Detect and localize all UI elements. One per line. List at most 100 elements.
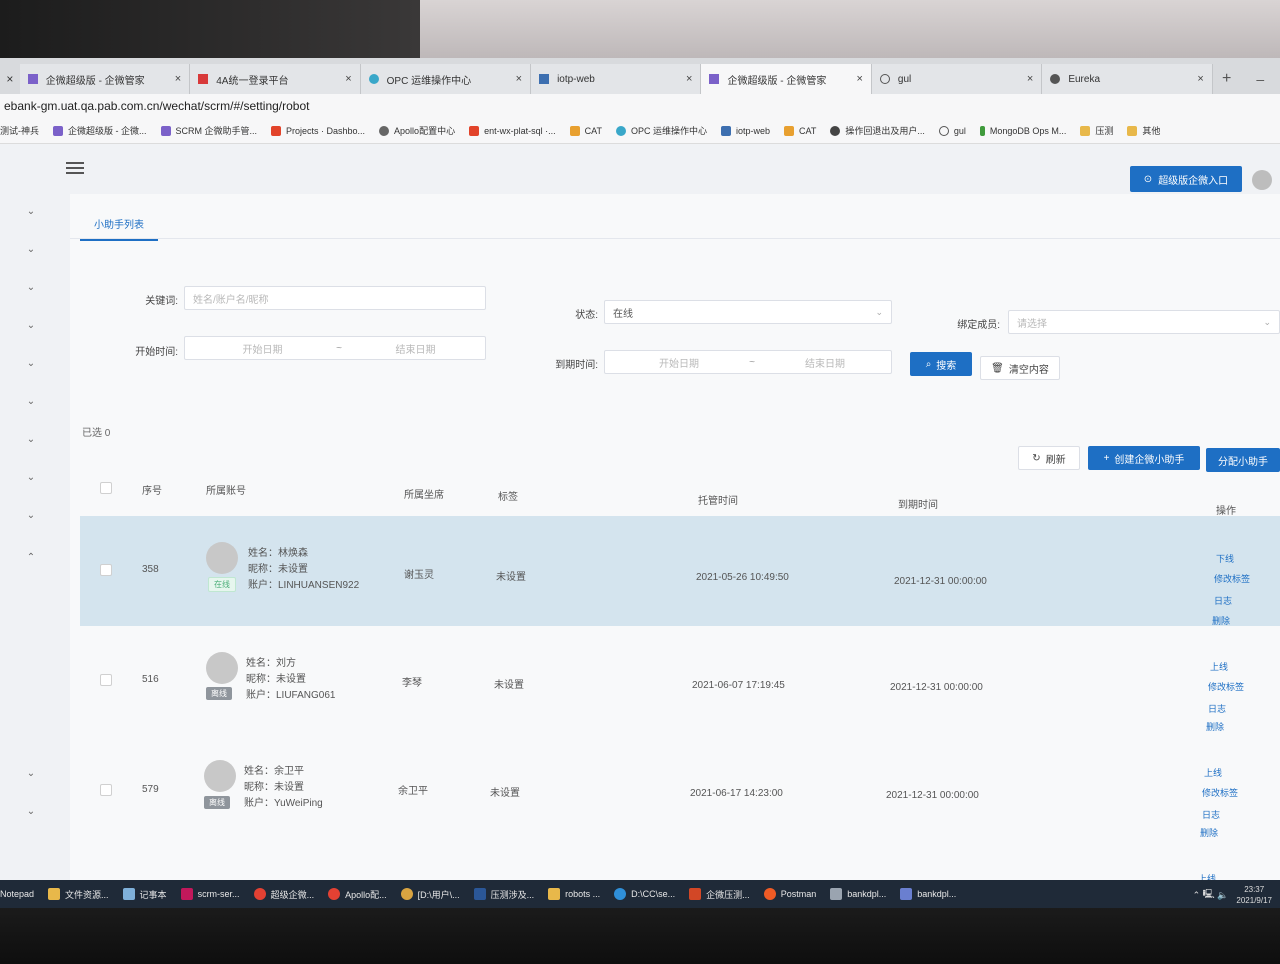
create-assistant-button[interactable]: + 创建企微小助手 (1088, 446, 1200, 470)
bookmark-item[interactable]: 其他 (1127, 124, 1160, 137)
bookmark-item[interactable]: 测试-神兵 (0, 124, 39, 137)
chevron-down-icon[interactable]: ⌄ (24, 396, 38, 410)
chevron-down-icon[interactable]: ⌄ (24, 206, 38, 220)
user-avatar[interactable] (1252, 170, 1272, 190)
bookmark-item[interactable]: 压测 (1080, 124, 1113, 137)
tray-up-icon[interactable]: ⌃ (1193, 890, 1201, 901)
notepad-icon (122, 888, 135, 900)
bookmark-item[interactable]: MongoDB Ops M... (979, 125, 1066, 136)
op-log[interactable]: 日志 (1208, 702, 1226, 715)
tab-close-icon[interactable]: × (1027, 73, 1033, 85)
op-log[interactable]: 日志 (1202, 808, 1220, 821)
bookmark-item[interactable]: 操作回退出及用户... (830, 124, 925, 137)
op-edit-tag[interactable]: 修改标签 (1202, 786, 1238, 799)
bind-member-select[interactable]: 请选择 ⌄ (1008, 310, 1280, 334)
op-edit-tag[interactable]: 修改标签 (1208, 680, 1244, 693)
taskbar-item[interactable]: Notepad (0, 880, 41, 910)
op-delete[interactable]: 删除 (1200, 826, 1218, 839)
bookmark-item[interactable]: CAT (784, 125, 816, 136)
tab-close-icon[interactable]: × (175, 73, 181, 85)
browser-tab[interactable]: iotp-web × (531, 64, 702, 94)
chevron-down-icon[interactable]: ⌄ (24, 434, 38, 448)
tab-close-icon[interactable]: × (345, 73, 351, 85)
taskbar-item[interactable]: scrm-ser... (174, 880, 246, 910)
super-enter-button[interactable]: ⊙ 超级版企微入口 (1130, 166, 1242, 192)
bookmark-item[interactable]: OPC 运维操作中心 (615, 124, 707, 137)
browser-tab-active[interactable]: 企微超级版 - 企微管家 × (701, 64, 872, 94)
taskbar-item[interactable]: Postman (757, 880, 823, 910)
status-select[interactable]: 在线 ⌄ (604, 300, 892, 324)
expire-date-to[interactable]: 结束日期 (759, 355, 891, 370)
chevron-down-icon[interactable]: ⌄ (24, 244, 38, 258)
tab-assistant-list[interactable]: 小助手列表 (80, 208, 158, 241)
chevron-down-icon[interactable]: ⌄ (24, 806, 38, 820)
expire-date-from[interactable]: 开始日期 (613, 355, 745, 370)
taskbar-item[interactable]: robots ... (542, 880, 607, 910)
op-delete[interactable]: 删除 (1206, 720, 1224, 733)
chevron-down-icon[interactable]: ⌄ (24, 768, 38, 782)
refresh-button[interactable]: ↻ 刷新 (1018, 446, 1080, 470)
taskbar-item[interactable]: bankdpl... (894, 880, 963, 910)
network-icon[interactable]: 🖳 (1203, 887, 1215, 903)
keyword-input[interactable]: 姓名/账户名/昵称 (184, 286, 486, 310)
tab-close-icon[interactable]: × (516, 73, 522, 85)
clear-button[interactable]: 🗑 清空内容 (980, 356, 1060, 380)
close-icon[interactable]: × (0, 64, 20, 94)
bookmark-item[interactable]: gul (938, 125, 966, 136)
tab-close-icon[interactable]: × (1197, 73, 1203, 85)
bookmark-item[interactable]: iotp-web (720, 125, 770, 136)
tab-close-icon[interactable]: × (686, 73, 692, 85)
bookmark-item[interactable]: Projects · Dashbo... (271, 125, 365, 136)
browser-tab[interactable]: gul × (871, 64, 1043, 94)
clock[interactable]: 23:37 2021/9/17 (1236, 884, 1272, 906)
volume-icon[interactable]: 🔈 (1217, 890, 1228, 901)
table-row[interactable]: 579 离线 姓名：余卫平 昵称：未设置 账户：YuWeiPing 余卫平 未设… (80, 736, 1280, 846)
browser-tab[interactable]: Eureka × (1042, 64, 1213, 94)
row-checkbox[interactable] (100, 564, 112, 576)
taskbar-item[interactable]: 记事本 (116, 880, 173, 910)
chevron-down-icon[interactable]: ⌄ (24, 472, 38, 486)
chevron-down-icon[interactable]: ⌄ (24, 510, 38, 524)
taskbar-item[interactable]: D:\CC\se... (608, 880, 682, 910)
table-row[interactable]: 358 在线 姓名：林焕森 昵称：未设置 账户：LINHUANSEN922 谢玉… (80, 516, 1280, 626)
address-bar[interactable]: ebank-gm.uat.qa.pab.com.cn/wechat/scrm/#… (0, 94, 1280, 118)
table-row[interactable]: 516 离线 姓名：刘方 昵称：未设置 账户：LIUFANG061 李琴 未设置… (80, 626, 1280, 736)
browser-tab[interactable]: 企微超级版 - 企微管家 × (19, 64, 191, 94)
chevron-up-icon[interactable]: ⌃ (24, 552, 38, 566)
chevron-down-icon[interactable]: ⌄ (24, 320, 38, 334)
minimize-icon[interactable]: – (1240, 64, 1280, 94)
chevron-down-icon[interactable]: ⌄ (24, 282, 38, 296)
select-all-checkbox[interactable] (100, 482, 112, 494)
taskbar-item[interactable]: bankdpl... (824, 880, 893, 910)
expire-date-range[interactable]: 开始日期 ~ 结束日期 (604, 350, 892, 374)
taskbar-item[interactable]: 文件资源... (42, 880, 115, 910)
taskbar-item[interactable]: 压测涉及... (467, 880, 541, 910)
bookmark-item[interactable]: CAT (569, 125, 602, 136)
op-online[interactable]: 上线 (1204, 766, 1222, 779)
row-checkbox[interactable] (100, 674, 112, 686)
tab-close-icon[interactable]: × (856, 73, 862, 85)
op-offline[interactable]: 下线 (1216, 552, 1234, 565)
chevron-down-icon[interactable]: ⌄ (24, 358, 38, 372)
taskbar-item[interactable]: 企微压测... (683, 880, 756, 910)
row-checkbox[interactable] (100, 784, 112, 796)
bookmark-item[interactable]: ent-wx-plat-sql ·... (469, 125, 556, 136)
browser-tab[interactable]: 4A统一登录平台 × (190, 64, 361, 94)
new-tab-icon[interactable]: + (1213, 64, 1241, 94)
assign-assistant-button[interactable]: 分配小助手 (1206, 448, 1280, 472)
start-date-to[interactable]: 结束日期 (346, 341, 485, 356)
op-online[interactable]: 上线 (1210, 660, 1228, 673)
op-edit-tag[interactable]: 修改标签 (1214, 572, 1250, 585)
op-log[interactable]: 日志 (1214, 594, 1232, 607)
browser-tab[interactable]: OPC 运维操作中心 × (360, 64, 532, 94)
search-button[interactable]: ⌕ 搜索 (910, 352, 972, 376)
start-date-from[interactable]: 开始日期 (193, 341, 332, 356)
start-date-range[interactable]: 开始日期 ~ 结束日期 (184, 336, 486, 360)
bookmark-item[interactable]: SCRM 企微助手管... (160, 124, 257, 137)
bookmark-item[interactable]: 企微超级版 - 企微... (53, 124, 147, 137)
taskbar-item[interactable]: 超级企微... (247, 880, 321, 910)
bookmark-item[interactable]: Apollo配置中心 (379, 124, 455, 137)
menu-toggle-icon[interactable] (66, 162, 84, 176)
taskbar-item[interactable]: Apollo配... (322, 880, 393, 910)
taskbar-item[interactable]: [D:\用户\... (394, 880, 466, 910)
